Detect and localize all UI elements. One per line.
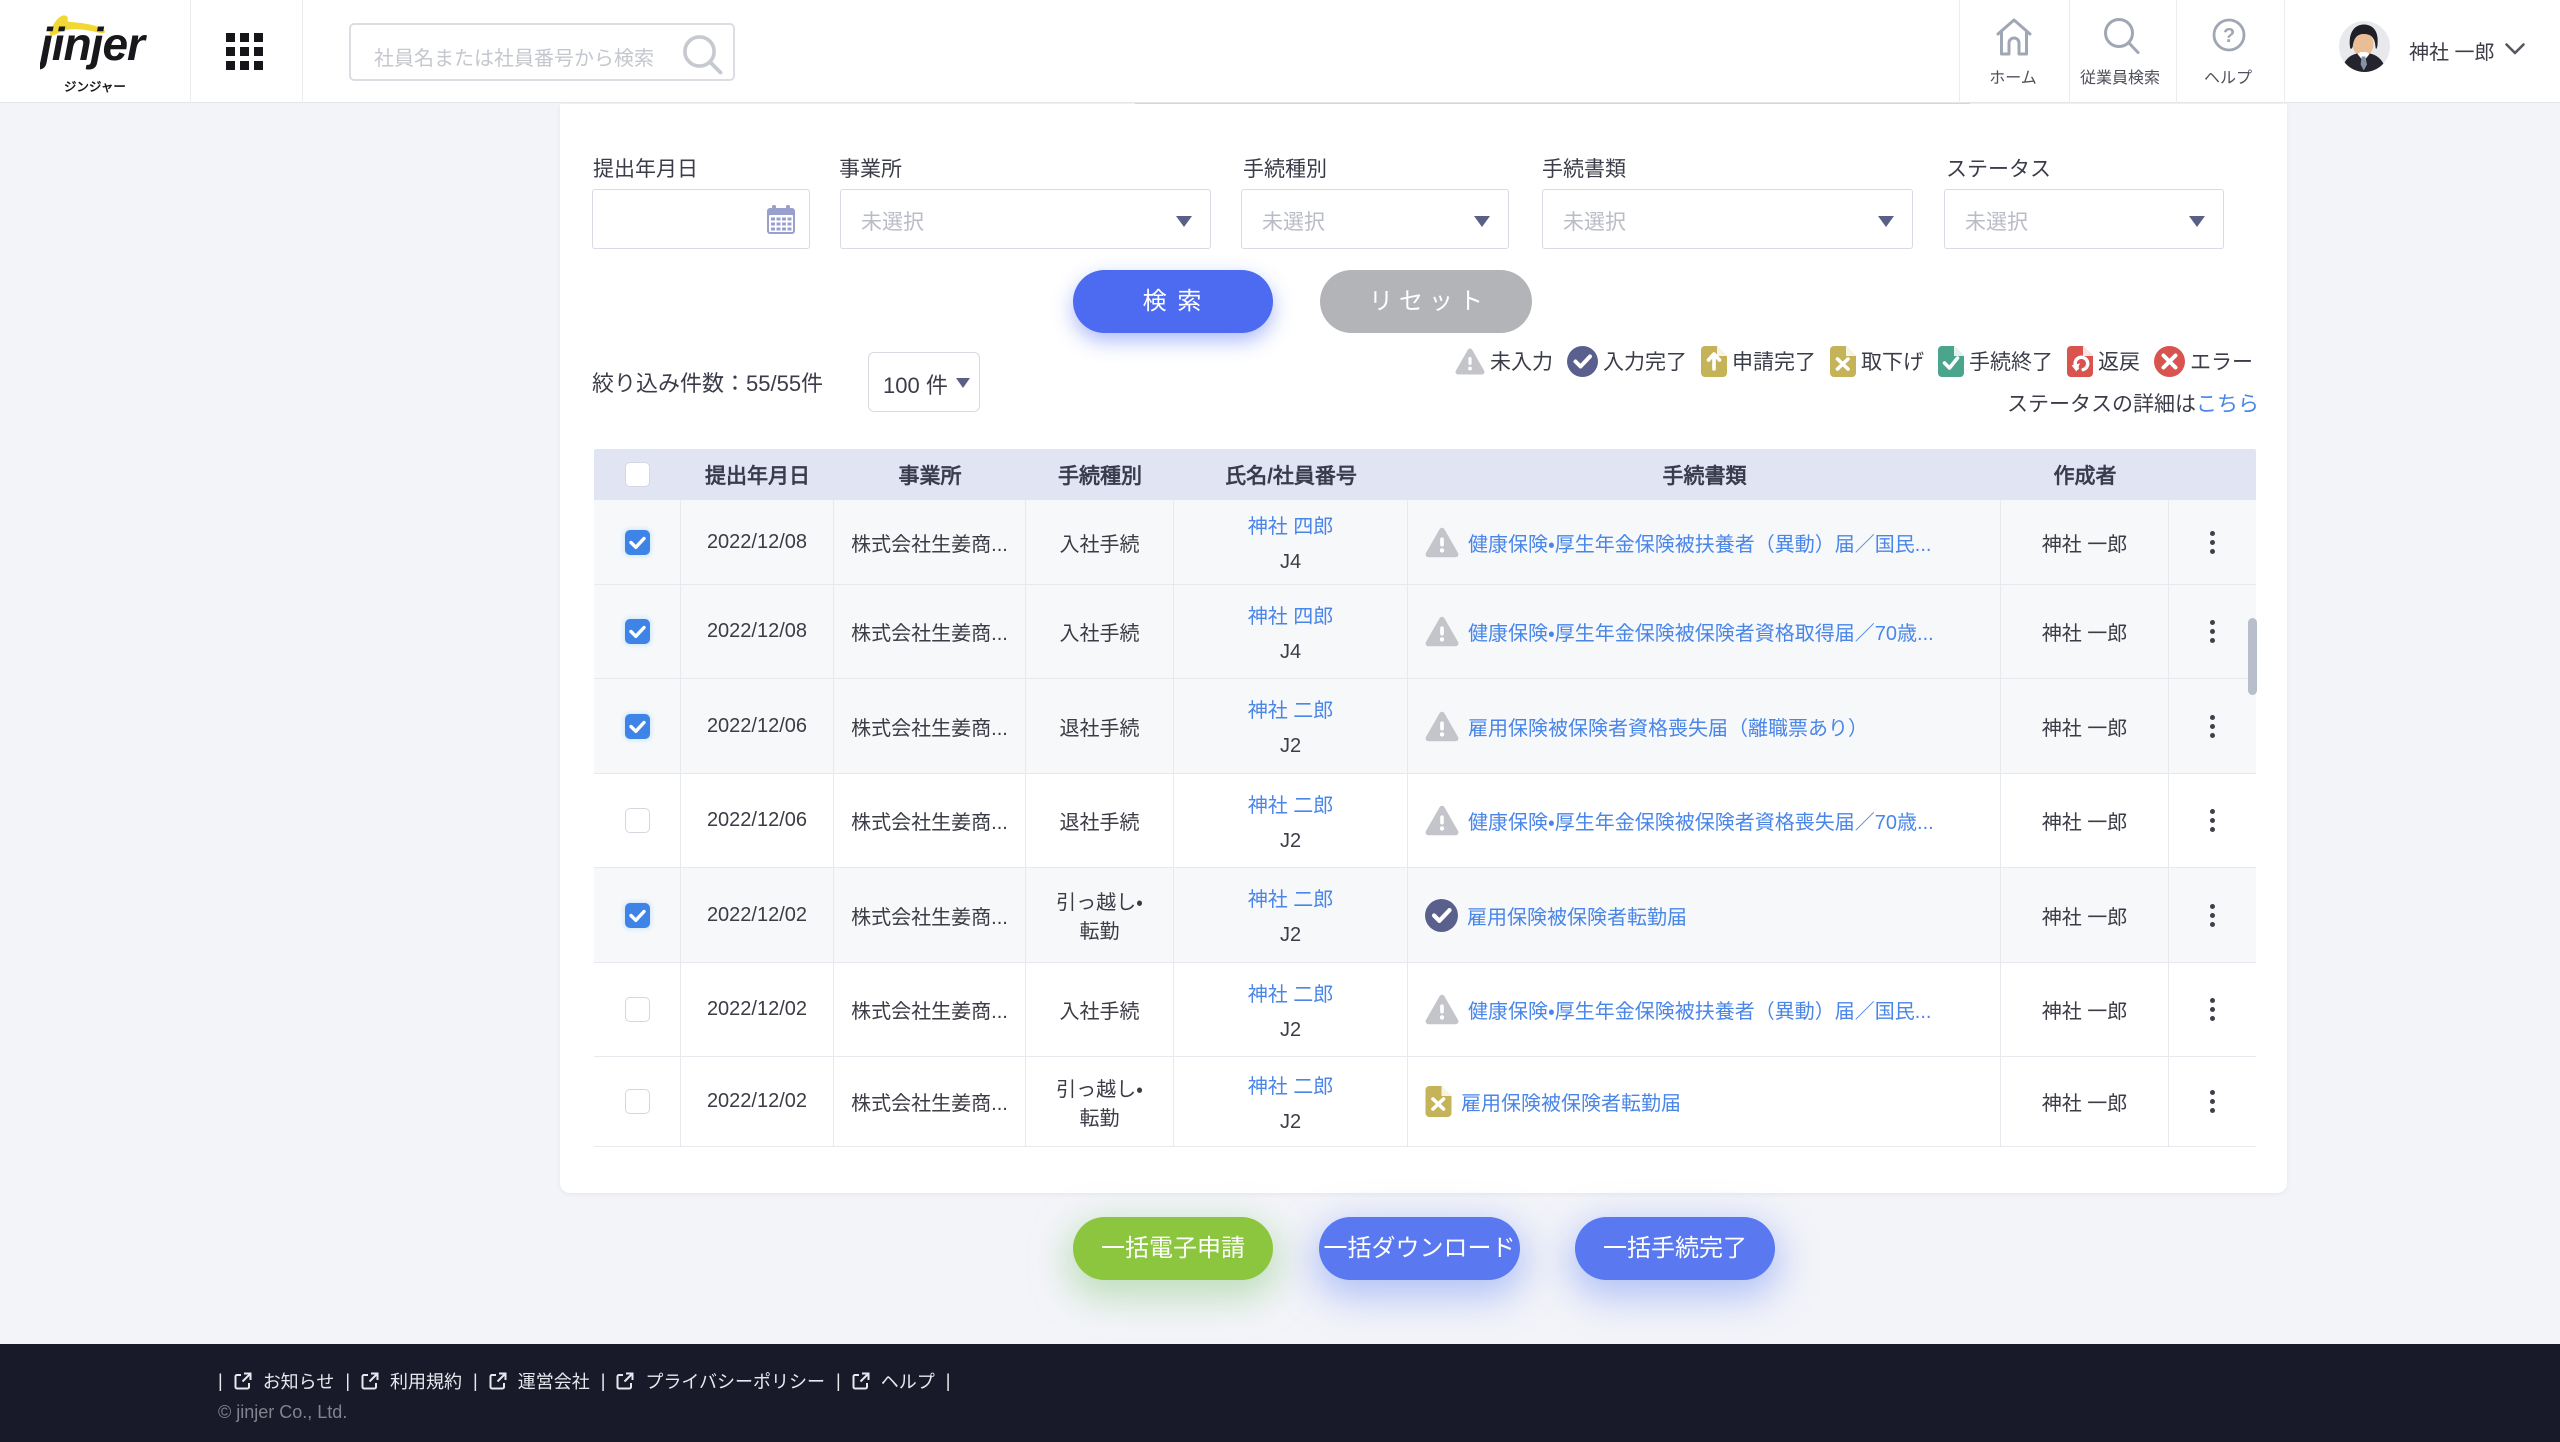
svg-text:ジンジャー: ジンジャー bbox=[64, 80, 126, 94]
svg-text:?: ? bbox=[2223, 25, 2235, 47]
svg-text:jinjer: jinjer bbox=[40, 18, 147, 70]
